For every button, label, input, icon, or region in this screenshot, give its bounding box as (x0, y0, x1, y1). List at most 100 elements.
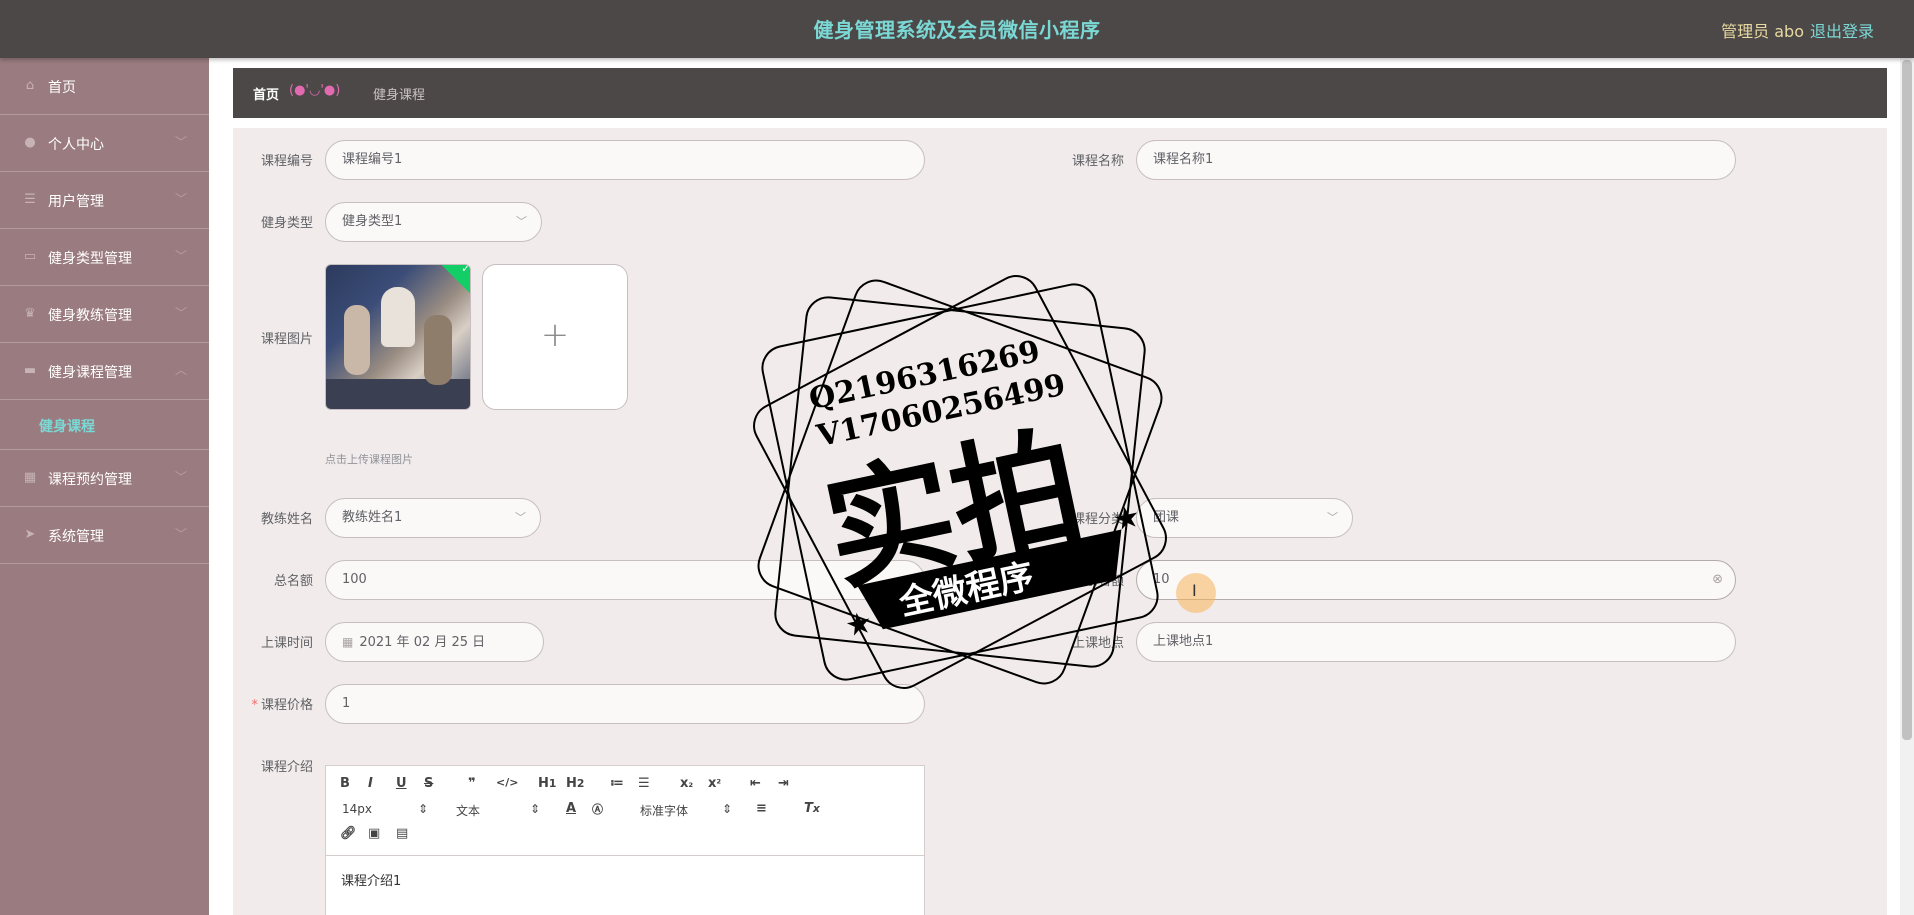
heading1-icon[interactable]: H1 (538, 776, 556, 791)
fitness-type-label: 健身类型 (260, 216, 313, 231)
subscript-icon[interactable]: x₂ (680, 776, 693, 791)
intro-label: 课程介绍 (260, 760, 313, 775)
sidebar-subitem-label: 健身课程 (39, 419, 95, 435)
heading2-icon[interactable]: H2 (566, 776, 584, 791)
breadcrumb-home[interactable]: 首页 (253, 84, 279, 103)
sidebar-item-label: 个人中心 (48, 137, 104, 153)
sidebar-item-label: 健身类型管理 (48, 251, 132, 267)
chevron-down-icon: ﹀ (515, 511, 526, 524)
sidebar-item-system-management[interactable]: ➤ 系统管理 ﹀ (0, 507, 209, 564)
upload-success-badge: ✓ (439, 264, 471, 296)
remaining-slots-input[interactable]: 10 ⊗ (1136, 560, 1736, 600)
grid-icon: ▦ (23, 470, 37, 485)
italic-icon[interactable]: I (368, 776, 373, 791)
doc-icon: ▭ (23, 249, 37, 264)
sidebar-item-course-management[interactable]: ▬ 健身课程管理 ︿ (0, 343, 209, 400)
bullet-list-icon[interactable]: ☰ (638, 776, 650, 791)
sidebar-item-booking-management[interactable]: ▦ 课程预约管理 ﹀ (0, 450, 209, 507)
image-upload-hint: 点击上传课程图片 (325, 453, 413, 466)
image-upload-button[interactable]: + (482, 264, 628, 410)
sidebar-item-personal-center[interactable]: ● 个人中心 ﹀ (0, 115, 209, 172)
bold-icon[interactable]: B (340, 776, 350, 791)
app-title: 健身管理系统及会员微信小程序 (813, 18, 1101, 42)
chevron-down-icon: ﹀ (174, 527, 187, 541)
logout-link[interactable]: 退出登录 (1810, 18, 1874, 42)
sidebar-item-label: 用户管理 (48, 194, 104, 210)
sidebar-item-label: 系统管理 (48, 529, 104, 545)
code-icon[interactable]: </> (496, 776, 518, 789)
remaining-slots-label: 剩余名额 (1071, 574, 1124, 589)
scrollbar-thumb[interactable] (1902, 60, 1912, 740)
calendar-icon: ▦ (342, 635, 354, 649)
font-color-icon[interactable]: A (566, 801, 576, 816)
underline-icon[interactable]: U (396, 776, 407, 791)
sidebar-item-fitness-type-management[interactable]: ▭ 健身类型管理 ﹀ (0, 229, 209, 286)
top-header: 健身管理系统及会员微信小程序 管理员 abo 退出登录 (0, 0, 1914, 58)
sidebar: ⌂ 首页 ● 个人中心 ﹀ ☰ 用户管理 ﹀ ▭ 健身类型管理 ﹀ ♛ 健身教练… (0, 58, 209, 915)
photo-floor (326, 379, 470, 409)
course-name-input[interactable]: 课程名称1 (1136, 140, 1736, 180)
course-name-value: 课程名称1 (1153, 152, 1214, 167)
check-icon: ✓ (461, 264, 471, 276)
ordered-list-icon[interactable]: ≔ (610, 776, 624, 791)
photo-figure (344, 305, 370, 375)
home-icon: ⌂ (25, 78, 35, 93)
sidebar-item-label: 健身课程管理 (48, 365, 132, 381)
breadcrumb-current: 健身课程 (373, 88, 426, 103)
outdent-icon[interactable]: ⇤ (750, 776, 761, 791)
course-image-label: 课程图片 (260, 332, 313, 347)
category-value: 团课 (1153, 510, 1180, 525)
font-size-select[interactable]: 14px (342, 802, 372, 816)
video-icon[interactable]: ▤ (396, 826, 408, 841)
text-cursor-icon: I (1192, 581, 1197, 600)
total-slots-input[interactable]: 100 (325, 560, 925, 600)
rich-text-editor[interactable]: B I U S ❞ </> H1 H2 ≔ ☰ x₂ x² ⇤ ⇥ 14px ⇕… (325, 765, 925, 915)
sidebar-item-user-management[interactable]: ☰ 用户管理 ﹀ (0, 172, 209, 229)
align-icon[interactable]: ≡ (756, 801, 767, 816)
sidebar-item-home[interactable]: ⌂ 首页 (0, 58, 209, 115)
sidebar-item-label: 课程预约管理 (48, 472, 132, 488)
background-color-icon[interactable]: Ⓐ (592, 801, 603, 817)
coach-label: 教练姓名 (260, 512, 313, 527)
format-select[interactable]: 文本 (456, 802, 480, 819)
class-time-value: 2021 年 02 月 25 日 (359, 635, 486, 650)
font-family-select[interactable]: 标准字体 (640, 802, 688, 819)
breadcrumb-separator: (●'◡'●) (289, 83, 341, 98)
class-time-picker[interactable]: ▦ 2021 年 02 月 25 日 (325, 622, 544, 662)
clear-icon[interactable]: ⊗ (1712, 561, 1723, 599)
course-no-input[interactable]: 课程编号1 (325, 140, 925, 180)
fitness-type-value: 健身类型1 (342, 214, 403, 229)
sidebar-item-coach-management[interactable]: ♛ 健身教练管理 ﹀ (0, 286, 209, 343)
coach-select[interactable]: 教练姓名1 ﹀ (325, 498, 541, 538)
price-input[interactable]: 1 (325, 684, 925, 724)
sidebar-item-label: 健身教练管理 (48, 308, 132, 324)
current-user: 管理员 abo (1721, 22, 1804, 41)
strike-icon[interactable]: S (424, 776, 433, 791)
indent-icon[interactable]: ⇥ (778, 776, 789, 791)
sidebar-item-label: 首页 (48, 80, 76, 96)
editor-content[interactable]: 课程介绍1 (341, 870, 401, 889)
category-select[interactable]: 团课 ﹀ (1136, 498, 1353, 538)
send-icon: ➤ (24, 527, 36, 542)
total-slots-value: 100 (342, 572, 367, 587)
class-place-value: 上课地点1 (1153, 634, 1214, 649)
plus-icon: + (540, 315, 570, 355)
chevron-down-icon: ﹀ (516, 215, 527, 228)
updown-icon: ⇕ (418, 802, 429, 816)
class-time-label: 上课时间 (260, 636, 313, 651)
quote-icon[interactable]: ❞ (468, 776, 476, 791)
breadcrumb: 首页 (●'◡'●) 健身课程 (233, 68, 1887, 118)
course-no-label: 课程编号 (260, 154, 313, 169)
link-icon[interactable]: 🔗︎ (340, 826, 357, 841)
user-icon: ● (24, 135, 36, 150)
superscript-icon[interactable]: x² (708, 776, 721, 791)
medal-icon: ♛ (24, 306, 36, 321)
sidebar-subitem-fitness-course[interactable]: 健身课程 (0, 400, 209, 450)
class-place-input[interactable]: 上课地点1 (1136, 622, 1736, 662)
image-icon[interactable]: ▣ (368, 826, 380, 841)
fitness-type-select[interactable]: 健身类型1 ﹀ (325, 202, 542, 242)
course-image-thumbnail[interactable]: ✓ (325, 264, 471, 410)
chevron-down-icon: ﹀ (174, 192, 187, 206)
clear-format-icon[interactable]: Tx (804, 801, 820, 816)
updown-icon: ⇕ (722, 802, 733, 816)
